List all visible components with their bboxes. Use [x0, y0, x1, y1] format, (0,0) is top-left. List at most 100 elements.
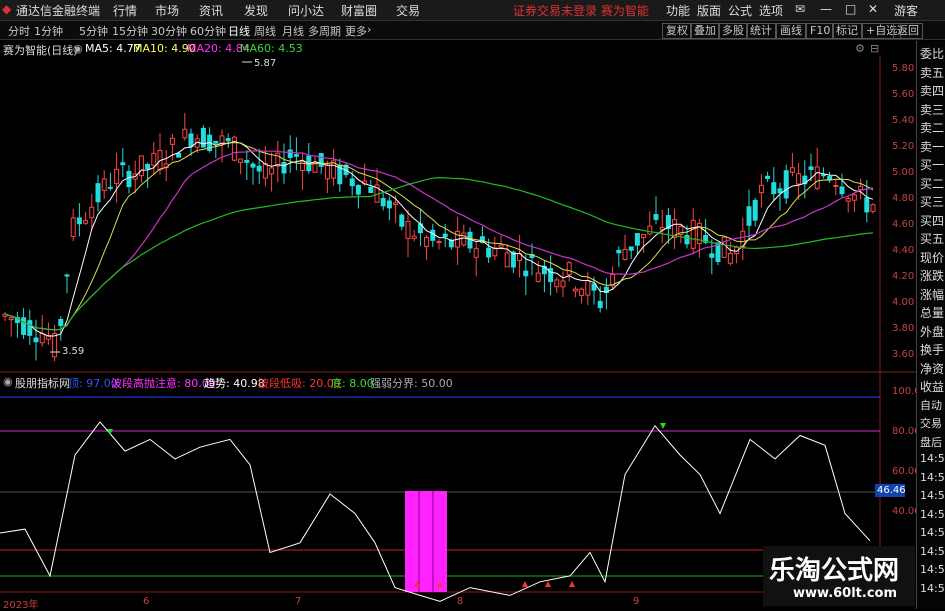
- toolbar-adjust[interactable]: 复权: [662, 23, 692, 39]
- period-toolbar: 分时 1分钟 5分钟 15分钟 30分钟 60分钟 日线 周线 月线 多周期 更…: [0, 21, 945, 40]
- side-item: 委比: [920, 47, 945, 61]
- candle-body: [213, 140, 219, 144]
- side-item: 盘后: [920, 435, 942, 449]
- candle-body: [231, 136, 237, 161]
- indicator-legend: ◉ 股朋指标网 顶: 97.00 波段高抛注意: 80.00 趋势: 40.98…: [0, 373, 880, 390]
- buy-arrow-icon: [522, 581, 528, 587]
- period-15min[interactable]: 15分钟: [112, 23, 148, 39]
- indicator-settings-icon[interactable]: ◉: [3, 375, 13, 388]
- candle-body: [169, 137, 175, 145]
- side-item: 14:56: [920, 489, 945, 502]
- candle-body: [566, 262, 572, 276]
- toolbar-back[interactable]: 返回: [893, 23, 923, 39]
- period-multi[interactable]: 多周期: [308, 23, 341, 39]
- candle-body: [225, 138, 231, 142]
- candle-body: [771, 182, 777, 195]
- menu-formula[interactable]: 公式: [728, 2, 752, 19]
- side-item: 涨跌: [920, 269, 945, 283]
- candle-body: [430, 229, 436, 241]
- low-buy-signal-bar: [405, 491, 447, 592]
- toolbar-overlay[interactable]: 叠加: [690, 23, 720, 39]
- toolbar-stats[interactable]: 统计: [746, 23, 776, 39]
- candle-body: [777, 188, 783, 194]
- menu-bar: ◆ 通达信金融终端 行情 市场 资讯 发现 问小达 财富圈 交易 证券交易未登录…: [0, 0, 945, 21]
- period-60min[interactable]: 60分钟: [190, 23, 226, 39]
- indicator-name: 股朋指标网: [15, 377, 70, 390]
- sell-arrow-icon: [660, 423, 666, 429]
- side-item: 卖一: [920, 139, 945, 154]
- candle-body: [628, 246, 634, 251]
- side-item: 买四: [920, 213, 945, 228]
- settings-icon[interactable]: ⚙: [855, 42, 865, 55]
- menu-function[interactable]: 功能: [666, 2, 690, 19]
- menu-news[interactable]: 资讯: [199, 2, 223, 19]
- menu-market[interactable]: 市场: [155, 2, 179, 19]
- menu-layout[interactable]: 版面: [697, 2, 721, 19]
- chevron-right-icon[interactable]: ›: [367, 23, 371, 36]
- guest-label[interactable]: 游客: [894, 2, 918, 19]
- candle-body: [380, 198, 386, 207]
- toolbar-multi-stock[interactable]: 多股: [718, 23, 748, 39]
- candle-body: [355, 184, 361, 195]
- high-price-label: 5.87: [254, 58, 277, 69]
- candle-body: [851, 194, 857, 201]
- menu-options[interactable]: 选项: [759, 2, 783, 19]
- period-tick[interactable]: 分时: [8, 23, 30, 39]
- toolbar-draw[interactable]: 画线: [776, 23, 806, 39]
- chart-canvas: [0, 56, 916, 602]
- y-tick: 4.80: [892, 193, 915, 204]
- candle-body: [572, 288, 578, 292]
- period-5min[interactable]: 5分钟: [79, 23, 108, 39]
- maximize-icon[interactable]: □: [845, 2, 856, 16]
- candle-body: [21, 317, 27, 335]
- toolbar-f10[interactable]: F10: [806, 23, 835, 39]
- y-tick: 3.60: [892, 349, 915, 360]
- menu-quotes[interactable]: 行情: [113, 2, 137, 19]
- menu-trade[interactable]: 交易: [396, 2, 420, 19]
- side-item: 14:56: [920, 470, 945, 484]
- period-30min[interactable]: 30分钟: [151, 23, 187, 39]
- candle-body: [293, 154, 299, 157]
- watermark-url: www.60lt.com: [793, 586, 898, 601]
- menu-ask-xiaoda[interactable]: 问小达: [288, 2, 324, 19]
- chart-settings-icon[interactable]: ◉: [73, 42, 83, 55]
- period-1min[interactable]: 1分钟: [34, 23, 63, 39]
- candle-body: [721, 236, 727, 258]
- period-weekly[interactable]: 周线: [254, 23, 276, 39]
- side-item: 现价: [920, 250, 945, 265]
- side-item: 卖五: [920, 65, 945, 80]
- candle-body: [870, 204, 876, 212]
- x-label: 8: [457, 596, 464, 607]
- menu-discover[interactable]: 发现: [244, 2, 268, 19]
- period-more[interactable]: 更多: [345, 23, 367, 39]
- period-monthly[interactable]: 月线: [282, 23, 304, 39]
- candle-body: [70, 217, 76, 237]
- candle-body: [523, 270, 529, 277]
- candle-body: [597, 300, 603, 309]
- period-daily[interactable]: 日线: [228, 23, 250, 39]
- login-warning[interactable]: 证券交易未登录 赛为智能: [513, 2, 649, 19]
- candle-body: [653, 214, 659, 220]
- bottom-value: 底: 8.00: [331, 377, 374, 390]
- candle-body: [405, 220, 411, 239]
- close-icon[interactable]: ✕: [868, 2, 878, 16]
- side-item: 卖二: [920, 121, 945, 135]
- candle-body: [858, 185, 864, 191]
- candle-body: [120, 162, 126, 166]
- candle-body: [64, 274, 70, 277]
- collapse-icon[interactable]: ⊟: [870, 42, 879, 55]
- menu-wealth-circle[interactable]: 财富圈: [341, 2, 377, 19]
- x-label: 7: [295, 596, 302, 607]
- mail-icon[interactable]: ✉: [795, 2, 805, 16]
- side-item: 14:56: [920, 507, 945, 521]
- y-tick: 4.40: [892, 245, 915, 256]
- candle-body: [783, 170, 789, 199]
- y-tick: 5.80: [892, 63, 915, 74]
- watermark-title: 乐淘公式网: [769, 556, 900, 586]
- candle-body: [188, 133, 194, 148]
- candle-body: [789, 167, 795, 173]
- side-item: 14:56: [920, 526, 945, 539]
- toolbar-mark[interactable]: 标记: [832, 23, 862, 39]
- minimize-icon[interactable]: —: [820, 2, 832, 16]
- candle-body: [349, 178, 355, 187]
